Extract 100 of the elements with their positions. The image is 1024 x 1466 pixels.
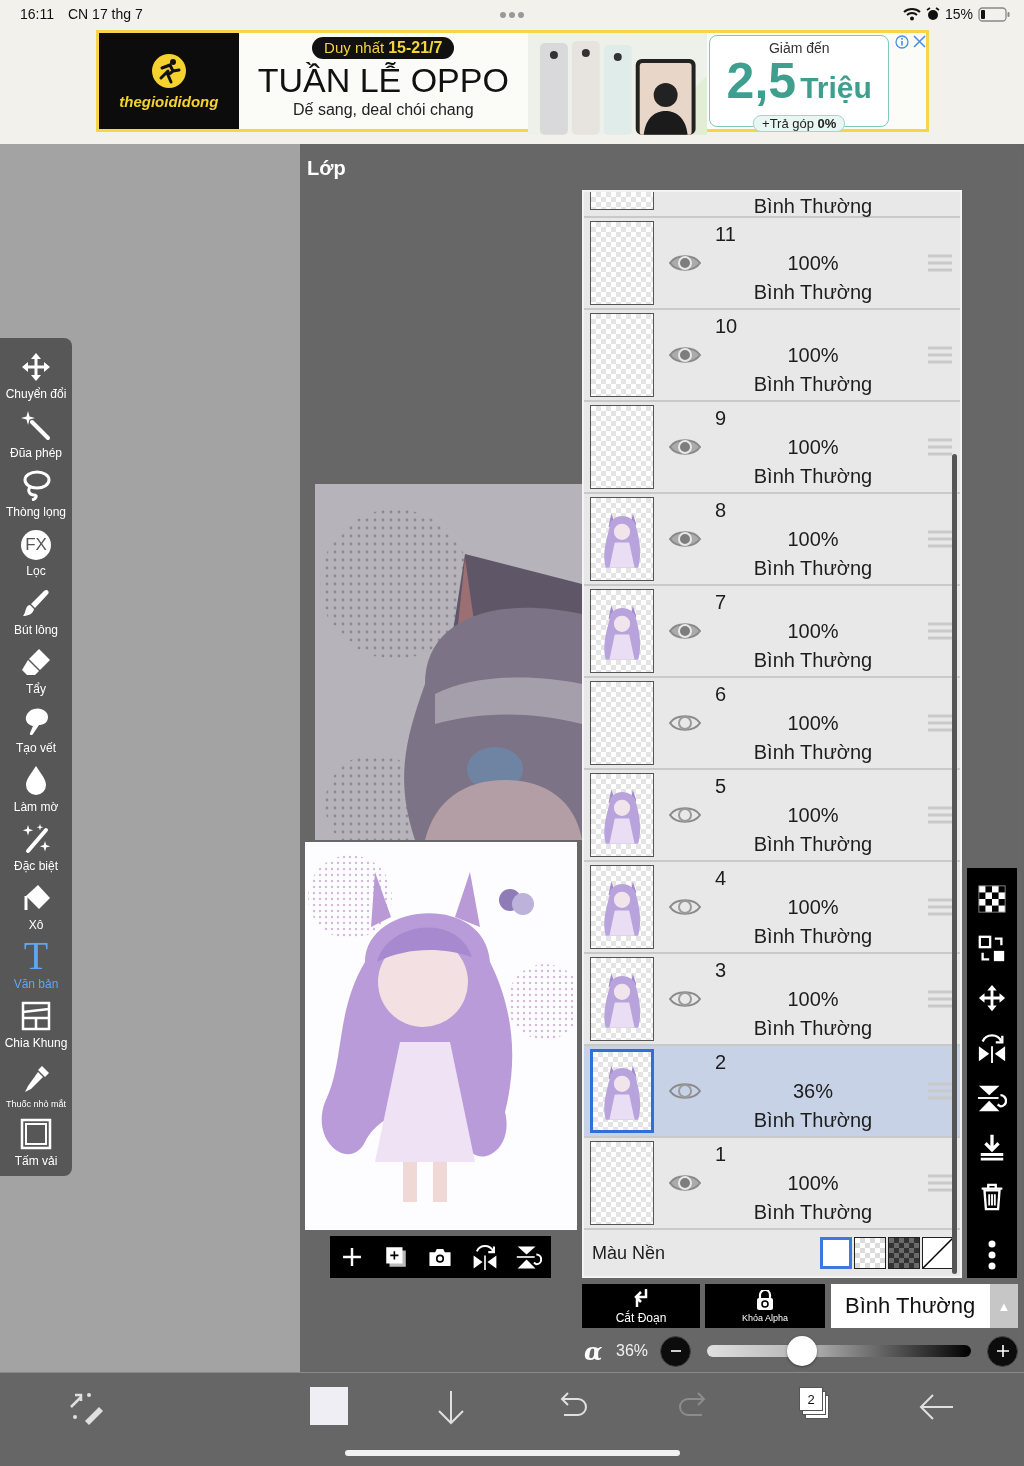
eye-icon[interactable] (668, 528, 702, 550)
tool-button[interactable]: Tẩy (0, 641, 72, 700)
filter-icon: FX (21, 530, 51, 560)
tool-button[interactable]: Chia Khung (0, 995, 72, 1054)
scrollbar[interactable] (952, 454, 957, 1274)
eye-icon[interactable] (668, 436, 702, 458)
layer-name: 11 (714, 221, 736, 247)
tool-button[interactable]: Thuốc nhỏ mắt (0, 1054, 72, 1113)
sparkle-pen-icon (20, 823, 52, 855)
eye-icon[interactable] (668, 896, 702, 918)
info-icon[interactable] (895, 35, 909, 49)
layer-row[interactable]: 4 100% Bình Thường (584, 862, 960, 954)
move-icon[interactable] (977, 983, 1007, 1014)
lock-icon (756, 1289, 774, 1310)
layer-action-button[interactable]: Cắt Đoạn (582, 1284, 700, 1328)
no-background-swatch[interactable] (922, 1237, 954, 1269)
tool-button[interactable]: Thòng lọng (0, 464, 72, 523)
flip-horizontal-icon[interactable] (977, 1032, 1007, 1063)
blend-mode-text: Bình Thường (753, 647, 873, 673)
status-date: CN 17 thg 7 (68, 6, 143, 22)
eye-icon[interactable] (668, 988, 702, 1010)
layer-row[interactable]: 10 100% Bình Thường (584, 310, 960, 402)
battery-icon (978, 6, 1010, 22)
ad-slogan: Dế sang, deal chói chang (293, 101, 474, 119)
blend-mode-text: Bình Thường (753, 831, 873, 857)
clip-arrow-icon (632, 1287, 650, 1308)
drag-handle-icon[interactable] (928, 254, 952, 272)
eye-icon[interactable] (668, 1080, 702, 1102)
frame-icon (20, 1000, 52, 1032)
eye-icon[interactable] (668, 252, 702, 274)
eye-icon[interactable] (668, 804, 702, 826)
tool-button[interactable]: Tạo vết (0, 700, 72, 759)
layer-name: 3 (714, 957, 727, 983)
offer-amount: 2,5 (726, 56, 797, 106)
ad-banner[interactable]: thegioididong Duy nhất 15-21/7 TUẦN LỄ OPPO Dế sang, deal chói chang Giảm đến 2,5Triệu +Trả góp 0% (96, 30, 929, 132)
checkerboard-icon[interactable] (977, 883, 1007, 914)
layer-row[interactable]: 2 36% Bình Thường (584, 1046, 960, 1138)
layer-opacity: 100% (787, 618, 839, 644)
badge-dates: 15-21/7 (388, 39, 443, 57)
tool-button[interactable]: Đũa phép (0, 405, 72, 464)
eye-icon[interactable] (668, 1172, 702, 1194)
drag-handle-icon[interactable] (928, 1174, 952, 1192)
drag-handle-icon[interactable] (928, 530, 952, 548)
eye-icon[interactable] (668, 620, 702, 642)
layer-action-button[interactable]: Khóa Alpha (705, 1284, 825, 1328)
layer-opacity: 100% (787, 1170, 839, 1196)
multitask-dots-icon[interactable] (499, 11, 525, 19)
tool-button[interactable]: Xô (0, 877, 72, 936)
blend-mode-text: Bình Thường (753, 463, 873, 489)
layer-opacity: 100% (787, 802, 839, 828)
tool-button[interactable]: Tấm vải (0, 1113, 72, 1172)
offer-unit: Triệu (800, 70, 872, 106)
drag-handle-icon[interactable] (928, 714, 952, 732)
tool-button[interactable]: Đặc biệt (0, 818, 72, 877)
layer-opacity: 100% (787, 710, 839, 736)
layer-row[interactable]: 7 100% Bình Thường (584, 586, 960, 678)
close-icon[interactable] (913, 35, 926, 48)
eye-icon[interactable] (668, 712, 702, 734)
tool-button[interactable]: Chuyển đổi (0, 346, 72, 405)
tool-button[interactable]: Làm mờ (0, 759, 72, 818)
blend-mode-text: Bình Thường (753, 279, 873, 305)
layer-row[interactable]: 1 100% Bình Thường (584, 1138, 960, 1230)
ad-headline: TUẦN LỄ OPPO (257, 60, 509, 101)
blend-mode-text: Bình Thường (753, 1107, 873, 1133)
decrease-button[interactable] (660, 1335, 691, 1367)
opacity-slider[interactable] (707, 1336, 971, 1366)
blend-mode-text: Bình Thường (753, 555, 873, 581)
layer-name: 8 (714, 497, 727, 523)
swap-icon[interactable] (977, 933, 1007, 964)
drag-handle-icon[interactable] (928, 806, 952, 824)
drag-handle-icon[interactable] (928, 1082, 952, 1100)
color-swatch[interactable] (310, 1387, 348, 1425)
light-checker-swatch[interactable] (854, 1237, 886, 1269)
flip-vertical-icon[interactable] (515, 1244, 542, 1270)
layer-row[interactable]: 6 100% Bình Thường (584, 678, 960, 770)
drag-handle-icon[interactable] (928, 622, 952, 640)
eye-icon[interactable] (668, 344, 702, 366)
drag-handle-icon[interactable] (928, 898, 952, 916)
offer-label: Giảm đến (768, 40, 830, 56)
running-figure-logo-icon (150, 52, 187, 89)
installment-tag: +Trả góp 0% (753, 115, 846, 132)
plain-background-swatch[interactable] (820, 1237, 852, 1269)
flip-horizontal-icon[interactable] (471, 1244, 498, 1270)
drag-handle-icon[interactable] (928, 346, 952, 364)
layer-row[interactable]: 11 100% Bình Thường (584, 218, 960, 310)
drag-handle-icon[interactable] (928, 438, 952, 456)
tool-button[interactable]: Bút lông (0, 582, 72, 641)
drag-handle-icon[interactable] (928, 990, 952, 1008)
blend-mode-dropdown[interactable]: Bình Thường ▲ (831, 1284, 1018, 1328)
layer-row[interactable]: 9 100% Bình Thường (584, 402, 960, 494)
layer-row[interactable]: 5 100% Bình Thường (584, 770, 960, 862)
more-button[interactable] (967, 1232, 1017, 1278)
tool-button[interactable]: FX Lọc (0, 523, 72, 582)
dark-checker-swatch[interactable] (888, 1237, 920, 1269)
layer-opacity: 100% (787, 250, 839, 276)
increase-button[interactable] (987, 1335, 1018, 1367)
blend-mode-text: Bình Thường (753, 739, 873, 765)
slider-thumb[interactable] (787, 1336, 818, 1366)
layer-row[interactable]: 8 100% Bình Thường (584, 494, 960, 586)
layer-opacity: 100% (787, 526, 839, 552)
